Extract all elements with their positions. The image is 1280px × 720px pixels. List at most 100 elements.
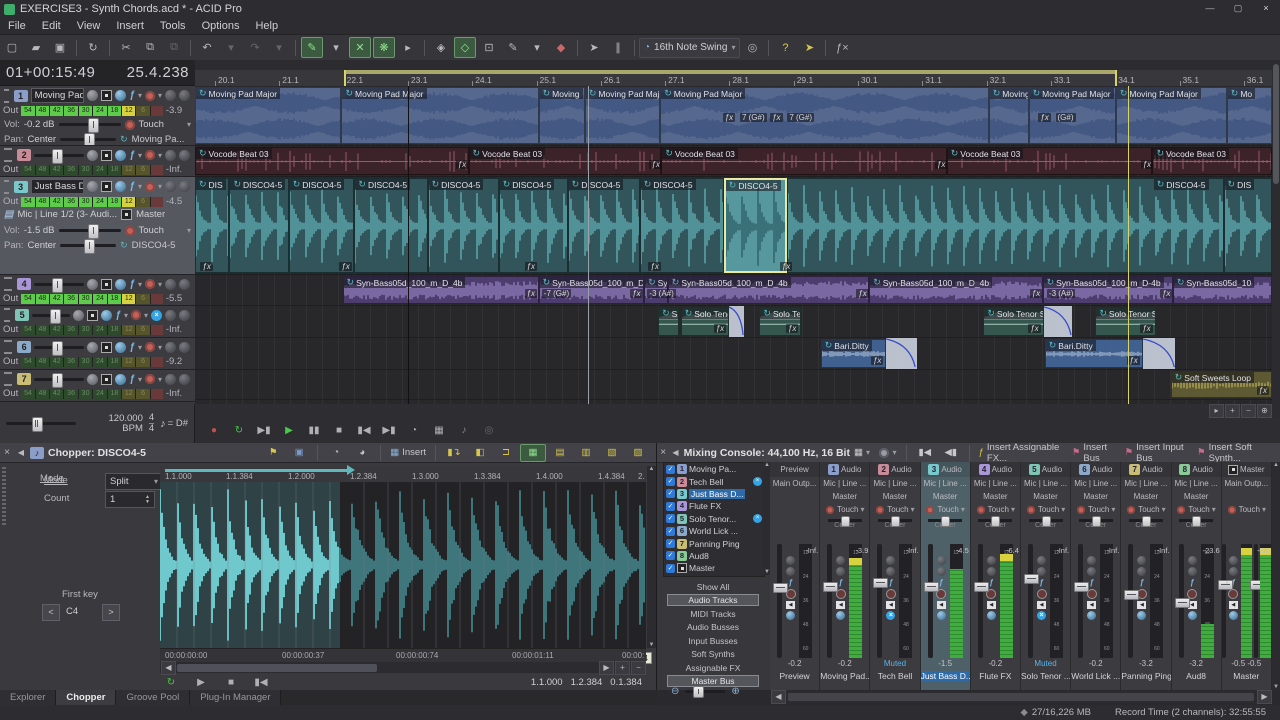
solo-button[interactable]	[937, 611, 946, 620]
audio-clip[interactable]: ↻Mo	[1227, 87, 1272, 144]
arm-record-button[interactable]	[886, 589, 896, 599]
visibility-checkbox[interactable]: ✓	[666, 551, 675, 560]
track-drag-handle[interactable]	[4, 372, 12, 386]
clip-fx-badge[interactable]: ƒx	[648, 262, 660, 271]
automation-settings-icon[interactable]	[145, 374, 155, 384]
insert-region-icon[interactable]: ◧	[468, 445, 492, 461]
visibility-checkbox[interactable]: ✓	[666, 502, 675, 511]
audio-clip[interactable]: ↻Solo Tenƒx	[759, 307, 801, 336]
grid-4-icon[interactable]: ▨	[626, 445, 650, 461]
audio-clip[interactable]: ↻S	[658, 307, 678, 336]
strip-automation-mode[interactable]: Touch▾	[870, 503, 919, 516]
scroll-down-icon[interactable]: ▼	[1272, 684, 1280, 690]
save-button[interactable]: ▣	[49, 37, 71, 58]
strip-pan-control[interactable]: Center	[820, 519, 869, 543]
clip-fx-badge[interactable]: ƒx	[714, 324, 726, 333]
draw-tool-caret[interactable]: ▾	[325, 37, 347, 58]
automation-settings-icon[interactable]	[1127, 506, 1135, 514]
strip-automation-mode[interactable]: Touch▾	[971, 503, 1020, 516]
slider-thumb[interactable]	[52, 149, 63, 164]
chevron-down-icon[interactable]: ▾	[187, 120, 191, 129]
strip-output-select[interactable]: Master	[1021, 490, 1070, 503]
bpm-value[interactable]: 120.000	[109, 414, 143, 424]
strip-automation-mode[interactable]: Touch▾	[1071, 503, 1120, 516]
redo-caret[interactable]: ▾	[268, 37, 290, 58]
timeline-track-row[interactable]: ↻Syn-Bass05d_100_m_D_4b↻Syn-Bass05d_100_…	[195, 275, 1272, 306]
scroll-thumb[interactable]	[1273, 64, 1279, 184]
audio-clip[interactable]: ↻Moving	[539, 87, 585, 144]
mixer-list-item[interactable]: ✓Master	[664, 562, 764, 574]
audio-clip[interactable]: ↻Moving	[989, 87, 1029, 144]
chevron-down-icon[interactable]: ▾	[731, 43, 735, 52]
strip-input-select[interactable]: Mic | Line ...	[921, 477, 970, 490]
audio-clip[interactable]: ↻Moving Pad Major	[660, 87, 988, 144]
slider-thumb[interactable]	[841, 516, 850, 527]
arm-record-button[interactable]	[101, 279, 112, 290]
insert-button[interactable]: ▦Insert	[387, 445, 429, 461]
strip-output-select[interactable]: Master	[1071, 490, 1120, 503]
gain-button[interactable]	[179, 279, 190, 290]
chopper-scrollbar[interactable]: ◀ ▶ + −	[160, 662, 646, 673]
mute-button[interactable]	[87, 279, 98, 290]
clip-fade-out[interactable]	[886, 338, 916, 369]
chevron-down-icon[interactable]: ▾	[158, 343, 162, 352]
chopper-drag-handle[interactable]	[2, 467, 6, 527]
first-key-value[interactable]: C4	[66, 606, 78, 617]
audio-clip[interactable]: ↻DISCO4-5	[640, 178, 724, 273]
phase-button[interactable]	[165, 181, 176, 192]
chevron-down-icon[interactable]: ▾	[158, 280, 162, 289]
mute-button[interactable]: ◀	[987, 601, 996, 609]
track-volume-slider[interactable]	[34, 346, 84, 349]
speaker-icon[interactable]: ◀▮	[939, 445, 963, 461]
track-output-meter[interactable]: 54484236302418126	[21, 105, 163, 116]
clip-fx-badge[interactable]: ƒx	[630, 289, 642, 298]
tab-plug-in-manager[interactable]: Plug-In Manager	[190, 690, 281, 705]
time-signature-bottom[interactable]: 4	[149, 423, 154, 434]
gain-button[interactable]	[1188, 567, 1197, 576]
channel-fader[interactable]	[1128, 544, 1133, 658]
pause-button[interactable]: ▮▮	[303, 422, 325, 440]
clip-fx-badge[interactable]: ƒx	[525, 289, 537, 298]
strip-input-select[interactable]: Main Outp...	[770, 477, 819, 490]
solo-button[interactable]	[115, 181, 126, 192]
grid-3-icon[interactable]: ▧	[600, 445, 624, 461]
halve-selection-icon[interactable]: ◔	[324, 445, 348, 461]
strip-input-select[interactable]: Mic | Line ...	[1021, 477, 1070, 490]
play-from-start-button[interactable]: ▶▮	[253, 422, 275, 440]
automation-settings-icon[interactable]	[977, 506, 985, 514]
channel-fx-icon[interactable]: ƒ	[839, 578, 843, 587]
strip-pan-control[interactable]: Center	[921, 519, 970, 543]
timeline-track-row[interactable]: ↻Vocode Beat 03↻Vocode Beat 03↻Vocode Be…	[195, 146, 1272, 177]
maximize-button[interactable]: ▢	[1224, 1, 1252, 17]
channel-fx-icon[interactable]: ƒ	[989, 578, 993, 587]
visibility-checkbox[interactable]: ✓	[666, 514, 675, 523]
audio-clip[interactable]: ↻Moving Pad Major	[195, 87, 341, 144]
channel-fx-icon[interactable]: ƒ	[939, 578, 943, 587]
audio-clip[interactable]: ↻DIS	[1224, 178, 1272, 273]
chopper-loop-button[interactable]: ↻	[160, 673, 182, 691]
phase-invert-button[interactable]	[1087, 556, 1096, 565]
gain-button[interactable]	[1137, 567, 1146, 576]
strip-pan-control[interactable]	[770, 516, 819, 540]
automation-settings-icon[interactable]	[876, 506, 884, 514]
envelope-tool-button[interactable]: ◈	[430, 37, 452, 58]
chevron-down-icon[interactable]: ▾	[911, 505, 915, 514]
chevron-down-icon[interactable]: ▾	[138, 343, 142, 352]
clip-fx-badge[interactable]: ƒx	[1141, 160, 1153, 169]
pan-slider[interactable]	[978, 519, 1012, 522]
channel-fader[interactable]	[1179, 544, 1184, 658]
chevron-down-icon[interactable]: ▾	[158, 91, 162, 100]
strip-automation-mode[interactable]: Touch▾	[820, 503, 869, 516]
loop-region-bar[interactable]	[344, 70, 1116, 74]
automation-settings-icon[interactable]	[1177, 506, 1185, 514]
open-file-button[interactable]: ▰	[25, 37, 47, 58]
chevron-down-icon[interactable]: ▾	[138, 91, 142, 100]
swing-dropdown[interactable]: ◔16th Note Swing▾	[639, 38, 740, 58]
audio-clip[interactable]: ↻Syn-Bass05d_10	[1173, 276, 1272, 304]
clip-fx-badge[interactable]: ƒx	[525, 262, 537, 271]
gain-button[interactable]	[1087, 567, 1096, 576]
mixer-list-item[interactable]: ✓6World Lick ...	[664, 525, 764, 537]
loop-region-button[interactable]: ◎	[478, 422, 500, 440]
pencil-tool-caret[interactable]: ▾	[526, 37, 548, 58]
key-next-button[interactable]: >	[102, 604, 120, 621]
